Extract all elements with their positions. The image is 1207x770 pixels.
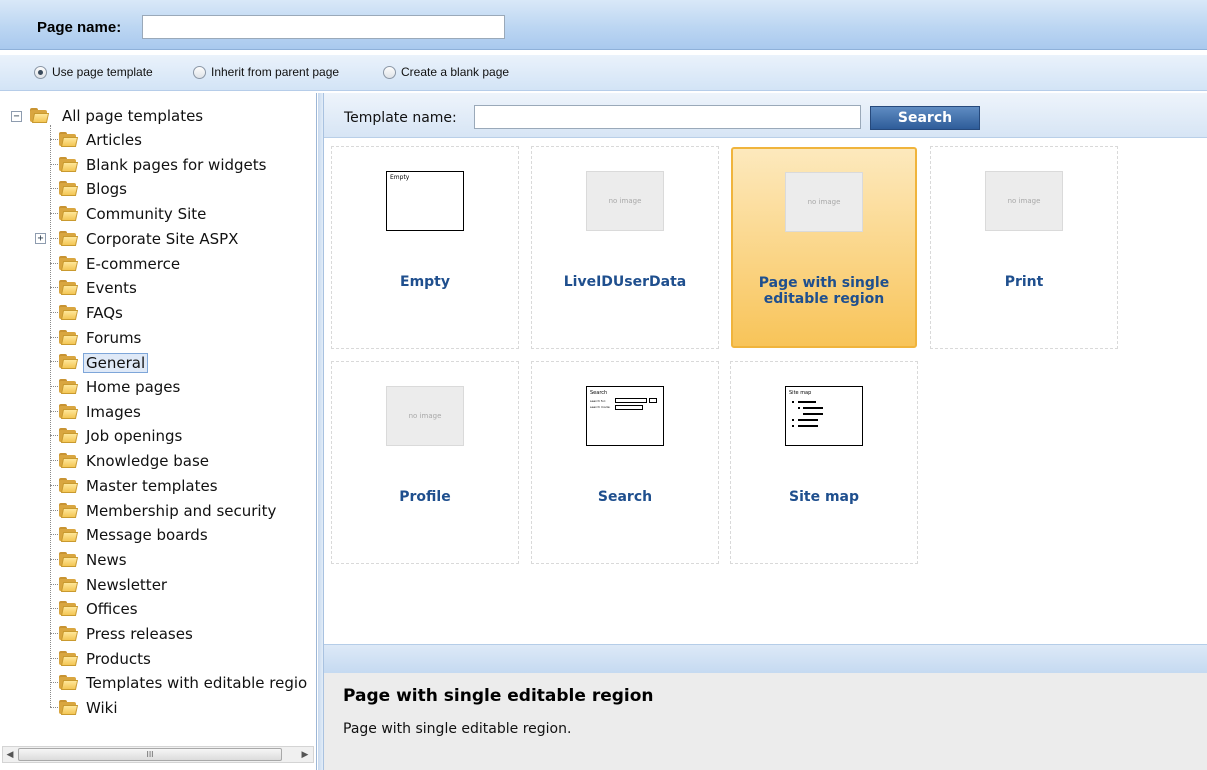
template-name: Site map (789, 489, 859, 505)
tree-item[interactable]: Forums (86, 329, 141, 347)
template-thumbnail: Search search for: search mode: (586, 386, 664, 446)
tree-item[interactable]: Products (86, 650, 151, 668)
folder-icon (58, 453, 79, 469)
scroll-right-icon[interactable]: ▶ (299, 749, 311, 761)
template-tile-site-map[interactable]: Site map Site map (730, 361, 918, 564)
tree-item[interactable]: Offices (86, 600, 138, 618)
inherit-from-parent-label[interactable]: Inherit from parent page (211, 65, 339, 79)
template-name: Print (1004, 274, 1044, 290)
template-name: LiveIDUserData (563, 274, 687, 290)
folder-icon (58, 478, 79, 494)
tree-item[interactable]: Press releases (86, 625, 193, 643)
no-image-placeholder: no image (386, 386, 464, 446)
tree-item[interactable]: News (86, 551, 127, 569)
template-search-bar: Template name: Search (324, 93, 1207, 138)
template-details-title: Page with single editable region (343, 686, 654, 706)
no-image-placeholder: no image (785, 172, 863, 232)
template-tile-empty[interactable]: Empty Empty (331, 146, 519, 349)
tree-item[interactable]: Community Site (86, 205, 206, 223)
template-name: Search (597, 489, 653, 505)
template-name: Empty (400, 274, 450, 290)
folder-icon (58, 626, 79, 642)
folder-icon (58, 428, 79, 444)
template-details-description: Page with single editable region. (343, 721, 572, 737)
folder-icon (58, 132, 79, 148)
tree-item[interactable]: Corporate Site ASPX (86, 230, 238, 248)
create-blank-page-label[interactable]: Create a blank page (401, 65, 509, 79)
use-page-template-label[interactable]: Use page template (52, 65, 153, 79)
folder-icon (58, 700, 79, 716)
folder-icon (58, 527, 79, 543)
tree-item[interactable]: Events (86, 279, 137, 297)
template-tile-print[interactable]: no image Print (930, 146, 1118, 349)
folder-icon (58, 675, 79, 691)
template-name-input[interactable] (474, 105, 861, 129)
tree-item[interactable]: Membership and security (86, 502, 276, 520)
inherit-from-parent-radio[interactable] (193, 66, 206, 79)
create-blank-page-radio[interactable] (383, 66, 396, 79)
tree-item[interactable]: Templates with editable regio (86, 674, 307, 692)
folder-icon (58, 256, 79, 272)
scroll-left-icon[interactable]: ◀ (4, 749, 16, 761)
folder-icon (58, 651, 79, 667)
template-tile-search[interactable]: Search search for: search mode: Search (531, 361, 719, 564)
folder-icon (58, 231, 79, 247)
tree-root-all-page-templates[interactable]: All page templates (62, 107, 203, 125)
template-category-tree: − All page templates Articles Blank pages… (0, 93, 317, 770)
no-image-placeholder: no image (586, 171, 664, 231)
use-page-template-radio[interactable] (34, 66, 47, 79)
expand-node-toggle[interactable]: + (35, 233, 46, 244)
page-type-options: Use page template Inherit from parent pa… (0, 55, 1207, 91)
folder-open-icon (29, 108, 50, 124)
tree-item[interactable]: Images (86, 403, 141, 421)
template-tile-liveiduserdata[interactable]: no image LiveIDUserData (531, 146, 719, 349)
tree-item[interactable]: Message boards (86, 526, 208, 544)
folder-icon (58, 601, 79, 617)
tree-item[interactable]: Blogs (86, 180, 127, 198)
template-name: Profile (399, 489, 451, 505)
tree-item[interactable]: Job openings (86, 427, 182, 445)
folder-icon (58, 354, 79, 370)
template-thumbnail: Site map (785, 386, 863, 446)
page-name-input[interactable] (142, 15, 505, 39)
template-name-label: Template name: (344, 110, 457, 126)
folder-icon (58, 330, 79, 346)
folder-icon (58, 305, 79, 321)
tree-item[interactable]: Knowledge base (86, 452, 209, 470)
tree-item[interactable]: Master templates (86, 477, 218, 495)
folder-icon (58, 404, 79, 420)
tree-item[interactable]: Newsletter (86, 576, 167, 594)
template-browser: Template name: Search Empty Empty no ima… (324, 93, 1207, 770)
template-tile-page-with-single-editable-region[interactable]: no image Page with single editable regio… (731, 147, 917, 348)
template-details-panel: Page with single editable region Page wi… (324, 673, 1207, 770)
folder-icon (58, 157, 79, 173)
folder-icon (58, 379, 79, 395)
tree-item[interactable]: Articles (86, 131, 142, 149)
template-thumbnail: Empty (386, 171, 464, 231)
tree-horizontal-scrollbar[interactable]: ◀ III ▶ (2, 746, 314, 763)
tree-item[interactable]: Home pages (86, 378, 180, 396)
tree-item[interactable]: FAQs (86, 304, 123, 322)
scrollbar-thumb[interactable]: III (18, 748, 282, 761)
tree-item[interactable]: General (83, 353, 149, 373)
no-image-placeholder: no image (985, 171, 1063, 231)
collapse-root-toggle[interactable]: − (11, 111, 22, 122)
tree-item[interactable]: Blank pages for widgets (86, 156, 266, 174)
folder-icon (58, 206, 79, 222)
template-tile-profile[interactable]: no image Profile (331, 361, 519, 564)
details-header-strip (324, 644, 1207, 673)
folder-icon (58, 280, 79, 296)
page-name-header: Page name: (0, 0, 1207, 50)
page-name-label: Page name: (37, 19, 122, 36)
template-name: Page with single editable region (758, 275, 890, 307)
folder-icon (58, 577, 79, 593)
folder-icon (58, 503, 79, 519)
folder-icon (58, 181, 79, 197)
tree-item[interactable]: Wiki (86, 699, 118, 717)
folder-icon (58, 552, 79, 568)
search-button[interactable]: Search (870, 106, 980, 130)
tree-item[interactable]: E-commerce (86, 255, 180, 273)
